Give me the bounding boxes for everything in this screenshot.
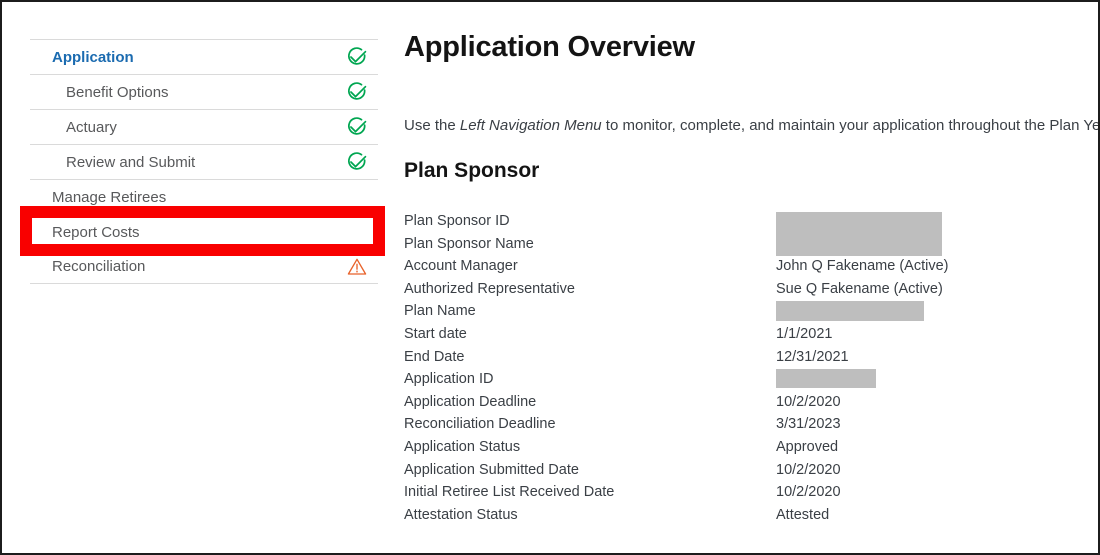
detail-row: Authorized Representative Sue Q Fakename … xyxy=(404,278,964,301)
check-circle-icon xyxy=(340,151,378,173)
sidebar-item-reconciliation[interactable]: Reconciliation xyxy=(30,249,378,284)
sidebar-item-label: Review and Submit xyxy=(30,155,195,170)
detail-row: Attestation Status Attested xyxy=(404,504,964,527)
detail-label: Application Status xyxy=(404,436,520,459)
redaction-block-plan-sponsor-id-name xyxy=(776,212,942,256)
detail-value: Sue Q Fakename (Active) xyxy=(776,278,943,301)
detail-label: Start date xyxy=(404,323,467,346)
detail-row: Account Manager John Q Fakename (Active) xyxy=(404,255,964,278)
detail-value: Attested xyxy=(776,504,829,527)
detail-value: 3/31/2023 xyxy=(776,413,841,436)
detail-row: End Date 12/31/2021 xyxy=(404,346,964,369)
detail-value: Approved xyxy=(776,436,838,459)
redaction-block-application-id xyxy=(776,369,876,388)
sidebar-item-label: Actuary xyxy=(30,120,117,135)
left-navigation-menu: Application Benefit Options Actuary Review … xyxy=(30,39,378,284)
sidebar-item-label: Report Costs xyxy=(30,225,140,240)
detail-label: Account Manager xyxy=(404,255,518,278)
detail-value: 1/1/2021 xyxy=(776,323,832,346)
intro-text-after: to monitor, complete, and maintain your … xyxy=(602,117,1100,134)
main-content: Application Overview Use the Left Naviga… xyxy=(404,30,1074,65)
sidebar-item-application[interactable]: Application xyxy=(30,39,378,74)
check-circle-icon xyxy=(340,116,378,138)
intro-paragraph: Use the Left Navigation Menu to monitor,… xyxy=(404,116,1100,136)
detail-label: Plan Name xyxy=(404,300,476,323)
detail-row: Initial Retiree List Received Date 10/2/2… xyxy=(404,481,964,504)
sidebar-item-label: Benefit Options xyxy=(30,85,169,100)
sidebar-item-manage-retirees[interactable]: Manage Retirees xyxy=(30,179,378,214)
detail-label: Application Submitted Date xyxy=(404,459,579,482)
sidebar-item-label: Application xyxy=(30,50,134,65)
detail-value: 10/2/2020 xyxy=(776,459,841,482)
detail-label: Application ID xyxy=(404,368,493,391)
detail-label: Initial Retiree List Received Date xyxy=(404,481,614,504)
check-circle-icon xyxy=(340,46,378,68)
detail-label: Application Deadline xyxy=(404,391,536,414)
intro-emphasis: Left Navigation Menu xyxy=(460,117,602,134)
sidebar-item-report-costs[interactable]: Report Costs xyxy=(30,214,378,249)
sidebar-item-review-and-submit[interactable]: Review and Submit xyxy=(30,144,378,179)
intro-text-before: Use the xyxy=(404,117,460,134)
sidebar-item-label: Reconciliation xyxy=(30,259,145,274)
detail-label: End Date xyxy=(404,346,464,369)
detail-row: Application ID xyxy=(404,368,964,391)
detail-label: Reconciliation Deadline xyxy=(404,413,556,436)
application-overview-screen: Application Benefit Options Actuary Review … xyxy=(0,0,1100,555)
detail-value: 12/31/2021 xyxy=(776,346,849,369)
warning-triangle-icon xyxy=(340,257,378,276)
detail-label: Authorized Representative xyxy=(404,278,575,301)
plan-sponsor-detail-list: Plan Sponsor IDPlan Sponsor NameAccount … xyxy=(404,210,964,526)
page-title: Application Overview xyxy=(404,30,1074,65)
detail-label: Attestation Status xyxy=(404,504,518,527)
sidebar-item-benefit-options[interactable]: Benefit Options xyxy=(30,74,378,109)
detail-row: Application Status Approved xyxy=(404,436,964,459)
detail-value: 10/2/2020 xyxy=(776,481,841,504)
sidebar-item-actuary[interactable]: Actuary xyxy=(30,109,378,144)
detail-value: 10/2/2020 xyxy=(776,391,841,414)
detail-row: Application Submitted Date 10/2/2020 xyxy=(404,459,964,482)
detail-row: Application Deadline 10/2/2020 xyxy=(404,391,964,414)
redaction-block-plan-name xyxy=(776,301,924,321)
detail-label: Plan Sponsor Name xyxy=(404,233,534,256)
sidebar-item-label: Manage Retirees xyxy=(30,190,166,205)
detail-value: John Q Fakename (Active) xyxy=(776,255,948,278)
section-title-plan-sponsor: Plan Sponsor xyxy=(404,158,539,183)
detail-row: Start date 1/1/2021 xyxy=(404,323,964,346)
check-circle-icon xyxy=(340,81,378,103)
detail-row: Reconciliation Deadline 3/31/2023 xyxy=(404,413,964,436)
detail-label: Plan Sponsor ID xyxy=(404,210,510,233)
